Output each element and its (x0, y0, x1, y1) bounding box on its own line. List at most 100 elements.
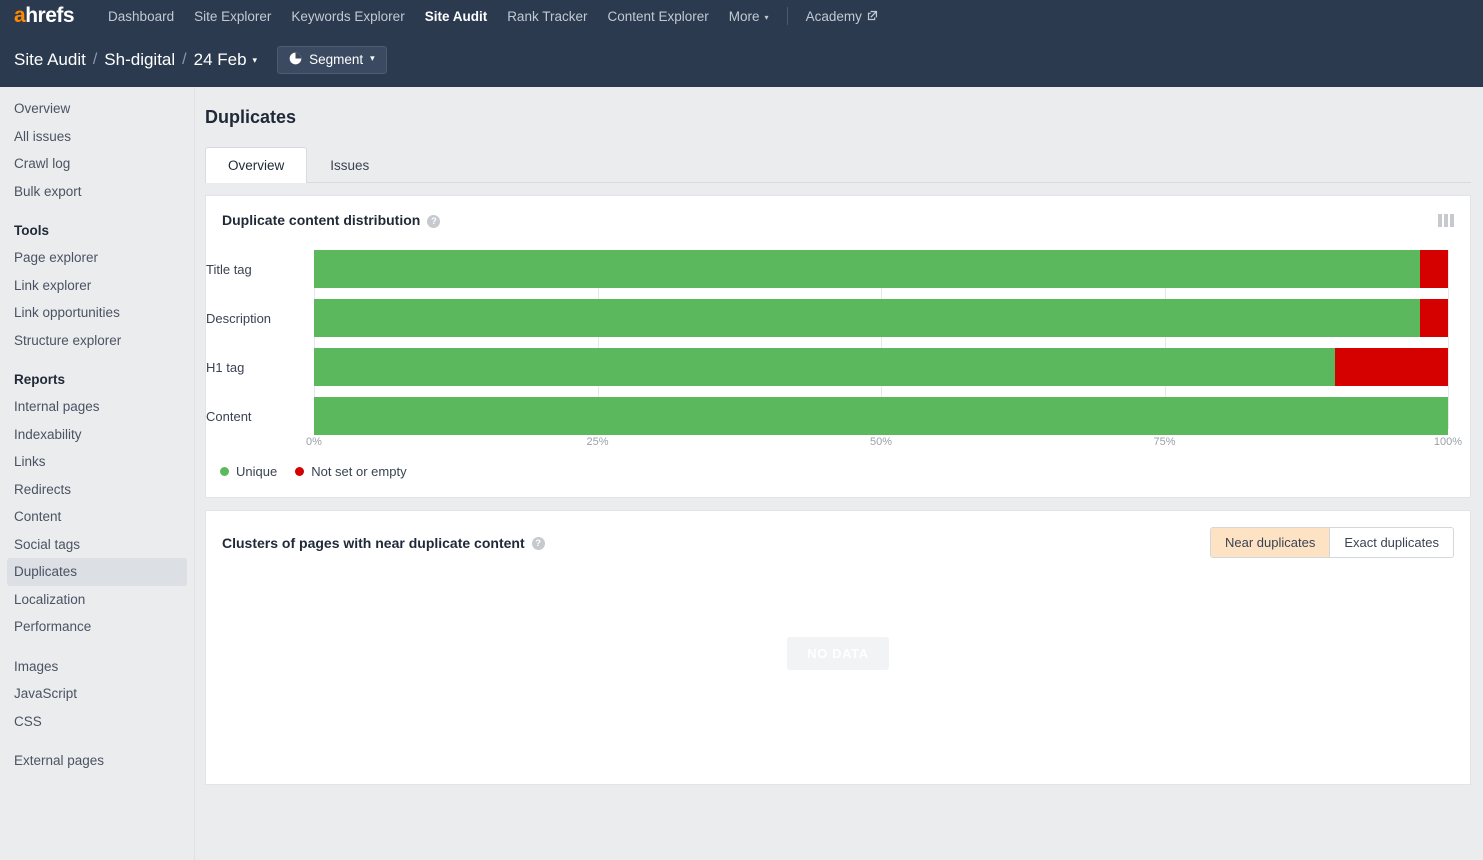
sidebar-item-overview[interactable]: Overview (0, 95, 194, 123)
nav-link-rank-tracker[interactable]: Rank Tracker (497, 0, 597, 32)
x-axis-tick-label: 0% (306, 436, 322, 448)
segment-button[interactable]: Segment ▾ (277, 45, 387, 74)
toggle-label: Near duplicates (1225, 535, 1316, 550)
nav-link-label: Content Explorer (607, 8, 709, 24)
sidebar-item-localization[interactable]: Localization (0, 586, 194, 614)
nav-link-more[interactable]: More ▾ (719, 0, 779, 32)
breadcrumb-project[interactable]: Sh-digital (104, 50, 175, 70)
sidebar-item-redirects[interactable]: Redirects (0, 476, 194, 504)
gridline (1448, 250, 1449, 429)
tab-issues[interactable]: Issues (307, 147, 392, 183)
nav-link-academy[interactable]: Academy (796, 0, 888, 32)
sidebar-item-duplicates[interactable]: Duplicates (7, 558, 187, 586)
nav-link-keywords-explorer[interactable]: Keywords Explorer (281, 0, 414, 32)
page-title: Duplicates (205, 107, 297, 127)
bar-category-label: H1 tag (206, 359, 245, 375)
sidebar-item-page-explorer[interactable]: Page explorer (0, 244, 194, 272)
sidebar-item-javascript[interactable]: JavaScript (0, 680, 194, 708)
nav-link-site-explorer[interactable]: Site Explorer (184, 0, 281, 32)
nav-link-label: Dashboard (108, 8, 175, 24)
columns-icon[interactable] (1438, 213, 1454, 227)
card-title: Clusters of pages with near duplicate co… (222, 534, 525, 551)
sidebar-heading-tools: Tools (14, 223, 49, 239)
bar-category-label: Description (206, 310, 272, 326)
tab-overview[interactable]: Overview (205, 147, 308, 183)
sidebar-item-all-issues[interactable]: All issues (0, 123, 194, 151)
help-circle-icon[interactable]: ? (427, 214, 441, 228)
bar-row[interactable]: H1 tag (206, 348, 1448, 386)
top-navigation-bar: a hrefs Dashboard Site Explorer Keywords … (0, 0, 1483, 32)
card-header: Duplicate content distribution ? (206, 196, 1470, 228)
bar-category-label: Title tag (206, 261, 252, 277)
chevron-down-icon: ▾ (252, 54, 258, 65)
sidebar-item-images[interactable]: Images (0, 653, 194, 681)
sidebar-item-content[interactable]: Content (0, 503, 194, 531)
x-axis-tick-label: 100% (1433, 436, 1463, 448)
bar-segment-not-set-or-empty[interactable] (1419, 299, 1448, 337)
breadcrumb-separator: / (182, 50, 187, 68)
logo-text: hrefs (25, 4, 75, 27)
sidebar-item-bulk-export[interactable]: Bulk export (0, 178, 194, 206)
sidebar-item-label: Crawl log (14, 156, 71, 172)
bar-segment-not-set-or-empty[interactable] (1334, 348, 1448, 386)
bar-row[interactable]: Title tag (206, 250, 1448, 288)
bar-row[interactable]: Content (206, 397, 1448, 435)
pie-chart-icon (289, 52, 302, 68)
sidebar-item-label: Content (14, 509, 62, 525)
sidebar-item-label: Performance (14, 619, 92, 635)
empty-state-container: NO DATA (206, 558, 1470, 748)
nav-link-dashboard[interactable]: Dashboard (98, 0, 184, 32)
toggle-label: Exact duplicates (1344, 535, 1439, 550)
x-axis-tick-label: 75% (1153, 436, 1176, 448)
bar-segment-unique[interactable] (314, 348, 1335, 386)
breadcrumb-date-selector[interactable]: 24 Feb ▾ (194, 50, 257, 70)
sidebar-item-internal-pages[interactable]: Internal pages (0, 393, 194, 421)
legend-label: Unique (236, 464, 278, 479)
toggle-near-duplicates[interactable]: Near duplicates (1211, 528, 1331, 557)
legend-item[interactable]: Unique (220, 464, 277, 479)
sidebar-item-link-explorer[interactable]: Link explorer (0, 272, 194, 300)
legend-item[interactable]: Not set or empty (295, 464, 407, 479)
nav-link-label: Academy (805, 8, 862, 24)
breadcrumb-root[interactable]: Site Audit (14, 50, 86, 70)
sidebar-item-performance[interactable]: Performance (0, 613, 194, 641)
sidebar-item-crawl-log[interactable]: Crawl log (0, 150, 194, 178)
help-circle-icon[interactable]: ? (531, 537, 545, 550)
sidebar-item-label: Redirects (14, 481, 72, 497)
nav-link-label: Site Explorer (194, 8, 272, 24)
sidebar-item-label: Structure explorer (14, 332, 122, 348)
ahrefs-logo[interactable]: a hrefs (14, 4, 75, 28)
clusters-near-duplicate-card: Clusters of pages with near duplicate co… (205, 510, 1471, 785)
sidebar-item-label: Page explorer (14, 250, 99, 266)
sidebar-item-label: Localization (14, 591, 86, 607)
toggle-exact-duplicates[interactable]: Exact duplicates (1330, 528, 1453, 557)
breadcrumb-bar: Site Audit / Sh-digital / 24 Feb ▾ Segmen… (0, 32, 1483, 87)
sidebar-item-external-pages[interactable]: External pages (0, 747, 194, 775)
sidebar-item-css[interactable]: CSS (0, 708, 194, 736)
nav-divider (786, 7, 788, 25)
logo-accent-letter: a (14, 4, 26, 27)
chart-bars: Title tag Description H1 tag Content (206, 250, 1448, 435)
bar-segment-not-set-or-empty[interactable] (1419, 250, 1448, 288)
sidebar-item-label: Social tags (14, 536, 81, 552)
bar-segment-unique[interactable] (314, 299, 1420, 337)
nav-link-content-explorer[interactable]: Content Explorer (597, 0, 718, 32)
sidebar-item-indexability[interactable]: Indexability (0, 421, 194, 449)
distribution-chart: Title tag Description H1 tag Content 0% 25% 5… (206, 228, 1470, 458)
legend-color-dot (220, 467, 229, 476)
sidebar-item-label: Indexability (14, 426, 82, 442)
tab-label: Overview (228, 158, 285, 173)
bar-segment-unique[interactable] (314, 250, 1420, 288)
bar-segment-unique[interactable] (314, 397, 1448, 435)
sidebar-item-link-opportunities[interactable]: Link opportunities (0, 299, 194, 327)
nav-link-site-audit[interactable]: Site Audit (415, 0, 498, 32)
sidebar-item-social-tags[interactable]: Social tags (0, 531, 194, 559)
external-link-icon (867, 9, 878, 24)
bar-row[interactable]: Description (206, 299, 1448, 337)
sidebar-item-structure-explorer[interactable]: Structure explorer (0, 327, 194, 355)
sidebar-item-links[interactable]: Links (0, 448, 194, 476)
sidebar-item-label: Bulk export (14, 183, 82, 199)
card-title: Duplicate content distribution (222, 212, 421, 228)
